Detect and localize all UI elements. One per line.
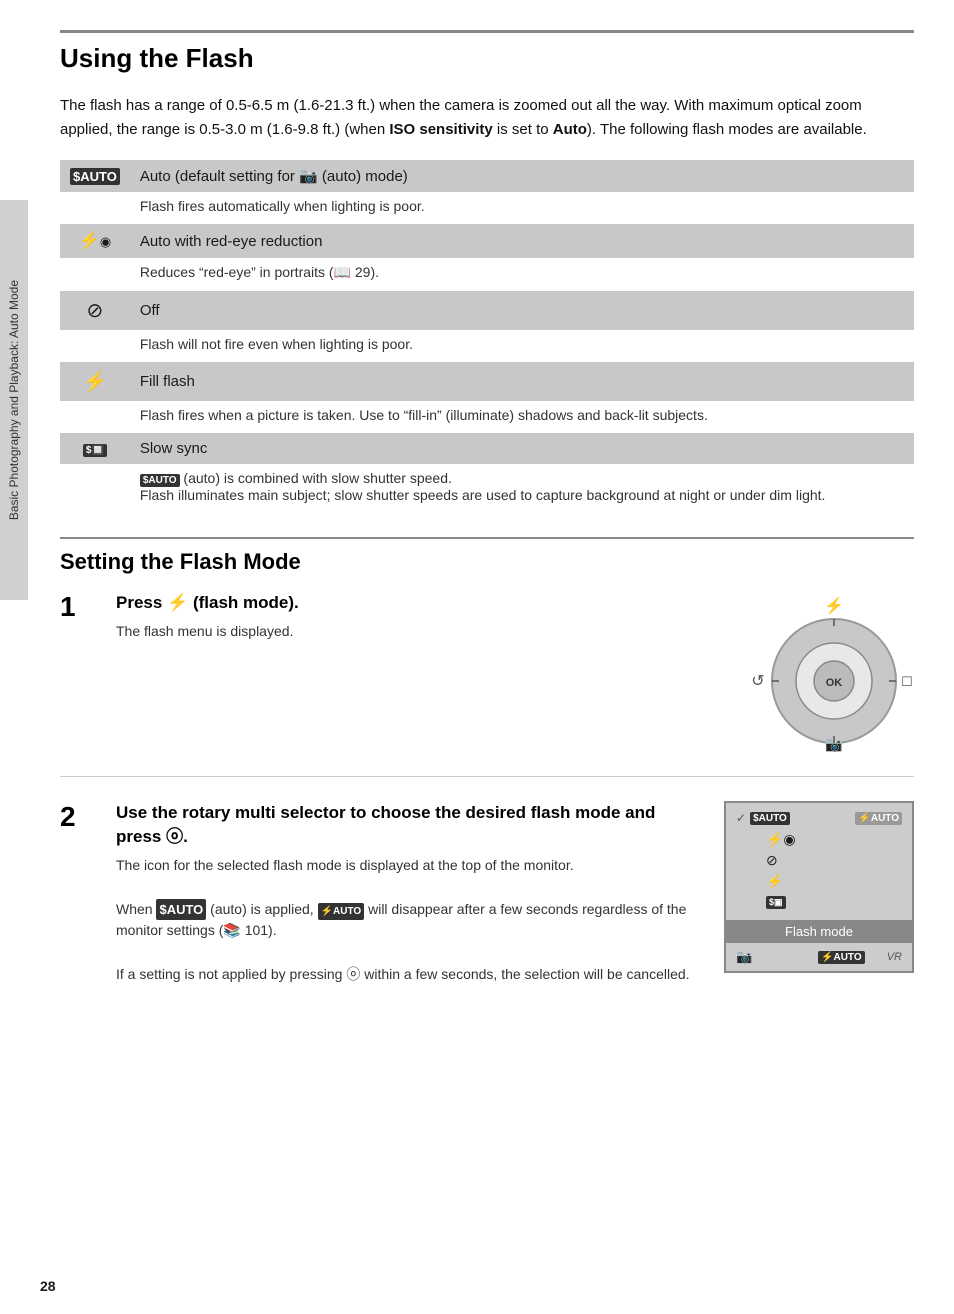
- camera-mode-icon: 📷: [736, 949, 752, 965]
- off-flash-desc: Flash will not fire even when lighting i…: [130, 330, 914, 362]
- step2-desc2: When $AUTO (auto) is applied, ⚡AUTO will…: [116, 899, 704, 942]
- slow-flash-desc: $AUTO (auto) is combined with slow shutt…: [130, 464, 914, 513]
- page-title: Using the Flash: [60, 43, 914, 74]
- step1-content: Press ⚡ (flash mode). The flash menu is …: [116, 591, 694, 648]
- intro-paragraph: The flash has a range of 0.5-6.5 m (1.6-…: [60, 94, 914, 142]
- flash-mode-off-header: ⊘ Off: [60, 291, 914, 330]
- menu-item-fill: ⚡: [736, 871, 902, 892]
- fill-flash-icon: ⚡: [60, 362, 130, 401]
- step1-desc: The flash menu is displayed.: [116, 621, 694, 642]
- step2-container: 2 Use the rotary multi selector to choos…: [60, 801, 914, 991]
- flash-menu-label: Flash mode: [726, 920, 912, 943]
- redeye-flash-label: Auto with red-eye reduction: [130, 224, 914, 258]
- page-title-section: Using the Flash: [60, 30, 914, 74]
- flash-mode-slow-desc: $AUTO (auto) is combined with slow shutt…: [60, 464, 914, 513]
- flash-mode-redeye-desc: Reduces “red-eye” in portraits (📖 29).: [60, 258, 914, 291]
- off-flash-icon: ⊘: [60, 291, 130, 330]
- flash-mode-auto-desc: Flash fires automatically when lighting …: [60, 192, 914, 224]
- step1-image: OK ⚡ 📷 ↺ ☐: [714, 591, 914, 756]
- menu-item-slow: $▣: [736, 892, 902, 912]
- page-number: 28: [40, 1278, 56, 1294]
- auto-flash-desc: Flash fires automatically when lighting …: [130, 192, 914, 224]
- svg-text:☐: ☐: [901, 674, 913, 689]
- auto-flash-icon: $AUTO: [60, 160, 130, 192]
- redeye-flash-icon: ⚡◉: [60, 224, 130, 258]
- svg-text:↺: ↺: [751, 673, 764, 690]
- flash-menu-bottom: 📷 ⚡AUTO VR: [726, 943, 912, 971]
- slow-flash-label: Slow sync: [130, 433, 914, 464]
- sidebar-label: Basic Photography and Playback: Auto Mod…: [0, 200, 28, 600]
- menu-item-redeye: ⚡◉: [736, 829, 902, 850]
- step2-number: 2: [60, 803, 96, 831]
- camera-dial-svg: OK ⚡ 📷 ↺ ☐: [714, 591, 914, 756]
- step2-image: ✓ $AUTO ⚡AUTO ⚡◉ ⊘: [724, 801, 914, 973]
- fill-flash-desc: Flash fires when a picture is taken. Use…: [130, 401, 914, 433]
- flash-modes-table: $AUTO Auto (default setting for 📷 (auto)…: [60, 160, 914, 513]
- flash-mode-redeye-header: ⚡◉ Auto with red-eye reduction: [60, 224, 914, 258]
- flash-menu-mockup: ✓ $AUTO ⚡AUTO ⚡◉ ⊘: [724, 801, 914, 973]
- step1-title: Press ⚡ (flash mode).: [116, 591, 694, 615]
- flash-mode-slow-header: $🔲 Slow sync: [60, 433, 914, 464]
- menu-item-off: ⊘: [736, 850, 902, 871]
- step2-title: Use the rotary multi selector to choose …: [116, 801, 704, 849]
- off-flash-label: Off: [130, 291, 914, 330]
- redeye-flash-desc: Reduces “red-eye” in portraits (📖 29).: [130, 258, 914, 291]
- section2-title: Setting the Flash Mode: [60, 537, 914, 575]
- fill-flash-label: Fill flash: [130, 362, 914, 401]
- step1-container: 1 Press ⚡ (flash mode). The flash menu i…: [60, 591, 914, 777]
- flash-mode-fill-header: ⚡ Fill flash: [60, 362, 914, 401]
- svg-text:⚡: ⚡: [824, 596, 844, 615]
- slow-flash-icon: $🔲: [60, 433, 130, 464]
- step2-desc3: If a setting is not applied by pressing …: [116, 964, 704, 985]
- svg-text:OK: OK: [826, 677, 843, 689]
- step1-number: 1: [60, 593, 96, 621]
- flash-mode-off-desc: Flash will not fire even when lighting i…: [60, 330, 914, 362]
- step2-content: Use the rotary multi selector to choose …: [116, 801, 704, 991]
- step2-desc1: The icon for the selected flash mode is …: [116, 855, 704, 876]
- flash-mode-auto-header: $AUTO Auto (default setting for 📷 (auto)…: [60, 160, 914, 192]
- flash-mode-fill-desc: Flash fires when a picture is taken. Use…: [60, 401, 914, 433]
- auto-flash-label: Auto (default setting for 📷 (auto) mode): [130, 160, 914, 192]
- flash-menu-top: ✓ $AUTO ⚡AUTO ⚡◉ ⊘: [726, 803, 912, 920]
